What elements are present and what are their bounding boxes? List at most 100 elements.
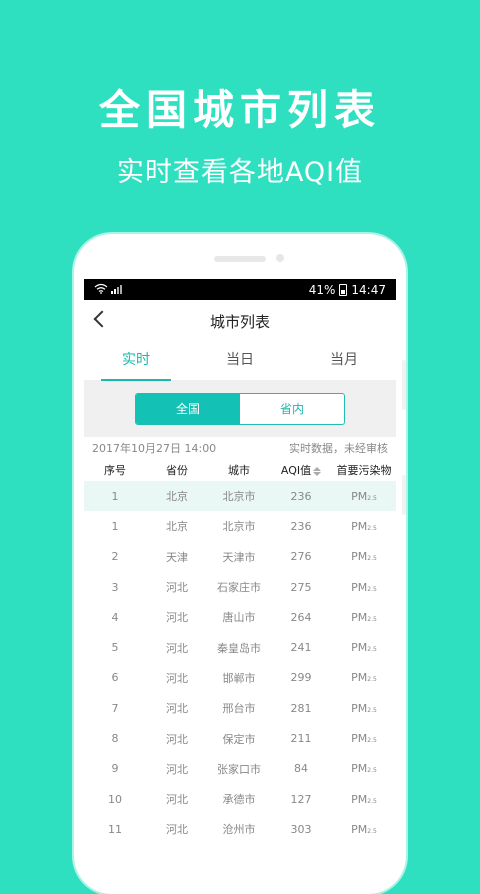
cell-pollutant-subscript: 2.5 — [367, 646, 377, 654]
cell-pollutant: PM2.5 — [332, 702, 396, 715]
cell-city: 天津市 — [222, 550, 256, 564]
cell-pollutant-name: PM — [351, 580, 368, 594]
cell-city: 北京市 — [222, 490, 256, 504]
cell-pollutant: PM2.5 — [332, 490, 396, 503]
table-row[interactable]: 9 河北 张家口市 84 PM2.5 — [84, 754, 396, 784]
cell-index: 3 — [111, 580, 119, 594]
table-row[interactable]: 1 北京 北京市 236 PM2.5 — [84, 481, 396, 512]
cell-index: 5 — [111, 641, 119, 655]
header-province: 省份 — [166, 464, 188, 477]
cell-index: 1 — [111, 489, 119, 503]
promo-subtitle: 实时查看各地AQI值 — [116, 157, 364, 188]
promo-title: 全国城市列表 — [99, 86, 381, 134]
table-row[interactable]: 8 河北 保定市 211 PM2.5 — [84, 723, 396, 753]
cell-aqi: 236 — [290, 489, 312, 503]
header-index: 序号 — [104, 464, 126, 477]
nav-bar: 城市列表 — [84, 300, 396, 342]
sort-icon[interactable] — [313, 466, 322, 476]
tab-today[interactable]: 当日 — [188, 342, 292, 380]
table-row[interactable]: 3 河北 石家庄市 275 PM2.5 — [84, 572, 396, 602]
cell-city: 邯郸市 — [222, 671, 256, 685]
table-row[interactable]: 10 河北 承德市 127 PM2.5 — [84, 784, 396, 814]
cell-pollutant-subscript: 2.5 — [367, 767, 377, 775]
cell-index: 4 — [111, 610, 119, 624]
table-row[interactable]: 4 河北 唐山市 264 PM2.5 — [84, 602, 396, 632]
cell-aqi: 236 — [290, 519, 312, 533]
cell-pollutant-name: PM — [351, 671, 368, 685]
cell-province: 北京 — [166, 490, 188, 504]
cell-pollutant-name: PM — [351, 519, 368, 533]
cell-pollutant: PM2.5 — [332, 550, 396, 563]
page-title: 城市列表 — [209, 312, 270, 331]
cell-province: 河北 — [166, 793, 188, 807]
cell-aqi: 264 — [290, 610, 312, 624]
cell-pollutant-name: PM — [351, 762, 368, 776]
cell-pollutant-name: PM — [351, 610, 368, 624]
cell-city: 石家庄市 — [217, 581, 261, 595]
segment-national-button[interactable]: 全国 — [136, 394, 240, 424]
cell-pollutant-subscript: 2.5 — [367, 676, 377, 684]
cell-city: 北京市 — [222, 520, 256, 534]
cell-pollutant-subscript: 2.5 — [367, 827, 377, 835]
cell-city: 唐山市 — [222, 611, 256, 625]
cell-pollutant-subscript: 2.5 — [367, 555, 377, 563]
cell-province: 河北 — [166, 641, 188, 655]
cell-province: 天津 — [166, 550, 188, 564]
table-row[interactable]: 11 河北 沧州市 303 PM2.5 — [84, 814, 396, 844]
cell-city: 承德市 — [222, 793, 256, 807]
table-row[interactable]: 2 天津 天津市 276 PM2.5 — [84, 542, 396, 572]
header-aqi-label: AQI值 — [280, 464, 312, 477]
cell-aqi: 127 — [290, 792, 312, 806]
cell-pollutant-name: PM — [351, 641, 368, 655]
cell-pollutant: PM2.5 — [332, 581, 396, 594]
cell-province: 河北 — [166, 671, 188, 685]
cell-pollutant-subscript: 2.5 — [367, 797, 377, 805]
tab-realtime[interactable]: 实时 — [84, 342, 188, 381]
status-time: 14:47 — [351, 282, 386, 297]
table-row[interactable]: 7 河北 邢台市 281 PM2.5 — [84, 693, 396, 723]
cell-aqi: 84 — [294, 762, 308, 776]
cell-aqi: 276 — [290, 550, 312, 564]
header-aqi[interactable]: AQI值 — [270, 462, 332, 478]
cell-pollutant-name: PM — [351, 732, 368, 746]
cell-pollutant-subscript: 2.5 — [367, 737, 377, 745]
info-row: 2017年10月27日 14:00 实时数据，未经审核 — [84, 437, 396, 459]
cell-city: 沧州市 — [222, 823, 256, 837]
cell-aqi: 303 — [290, 822, 312, 836]
cell-pollutant-name: PM — [351, 489, 368, 503]
cell-pollutant: PM2.5 — [332, 611, 396, 624]
tab-bar: 实时 当日 当月 — [84, 342, 396, 381]
cell-index: 1 — [111, 519, 119, 533]
cell-pollutant: PM2.5 — [332, 520, 396, 533]
cell-province: 河北 — [166, 581, 188, 595]
cell-pollutant-subscript: 2.5 — [367, 615, 377, 623]
segment-province-button[interactable]: 省内 — [240, 394, 344, 424]
cell-pollutant: PM2.5 — [332, 671, 396, 684]
back-icon[interactable] — [93, 310, 111, 328]
battery-percent: 41% — [308, 282, 336, 297]
cell-province: 河北 — [166, 762, 188, 776]
table-row[interactable]: 6 河北 邯郸市 299 PM2.5 — [84, 663, 396, 693]
cell-pollutant-subscript: 2.5 — [367, 706, 377, 714]
cell-city: 邢台市 — [222, 702, 256, 716]
header-pollutant: 首要污染物 — [336, 464, 392, 477]
table-row[interactable]: 5 河北 秦皇岛市 241 PM2.5 — [84, 632, 396, 662]
table-row[interactable]: 1 北京 北京市 236 PM2.5 — [84, 511, 396, 541]
cell-index: 9 — [111, 762, 119, 776]
tab-month[interactable]: 当月 — [292, 342, 396, 380]
cell-pollutant: PM2.5 — [332, 732, 396, 745]
cell-index: 7 — [111, 701, 119, 715]
phone-screen: 41% 14:47 城市列表 实时 当日 当月 全国 省内 2017年10月27… — [84, 279, 396, 853]
cell-city: 秦皇岛市 — [217, 641, 261, 655]
cell-aqi: 211 — [290, 732, 312, 746]
cell-pollutant-subscript: 2.5 — [367, 494, 377, 502]
cell-pollutant: PM2.5 — [332, 793, 396, 806]
cell-index: 2 — [111, 550, 119, 564]
table-body: 1 北京 北京市 236 PM2.5 1 北京 北京市 236 PM2.5 2 天津 天津市 276 PM2… — [84, 481, 396, 845]
phone-speaker — [214, 256, 266, 262]
phone-side-button — [402, 475, 406, 515]
cell-pollutant: PM2.5 — [332, 823, 396, 836]
cell-pollutant-subscript: 2.5 — [367, 524, 377, 532]
data-datetime: 2017年10月27日 14:00 — [92, 442, 217, 455]
region-segment: 全国 省内 — [135, 393, 345, 425]
